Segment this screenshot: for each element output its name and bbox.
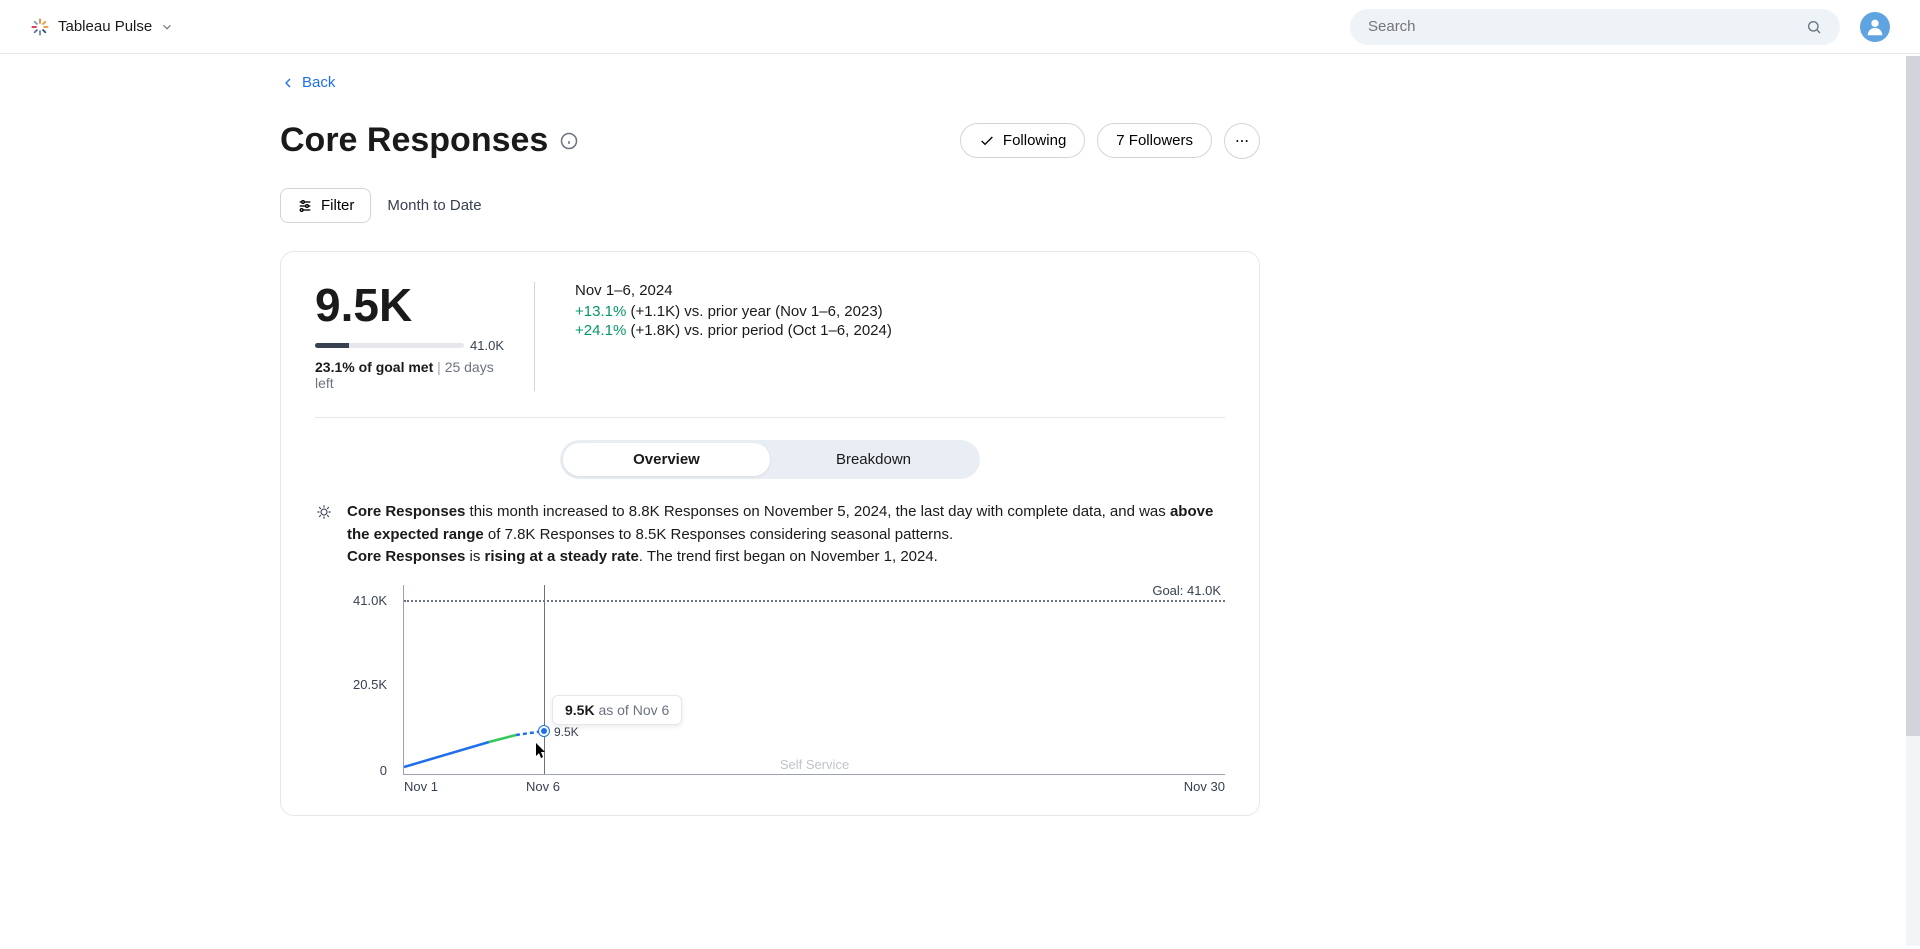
chart-tooltip: 9.5K as of Nov 6 — [552, 695, 682, 725]
x-tick: Nov 30 — [1184, 779, 1225, 794]
followers-button[interactable]: 7 Followers — [1097, 123, 1212, 158]
progress-row: 41.0K — [315, 338, 504, 353]
y-axis: 41.0K 20.5K 0 — [345, 585, 395, 785]
delta2-pct: +24.1% — [575, 322, 626, 339]
scrollbar-thumb[interactable] — [1906, 56, 1920, 736]
more-actions-button[interactable] — [1224, 123, 1260, 159]
brand-name[interactable]: Tableau Pulse — [58, 18, 152, 35]
period-label: Month to Date — [387, 197, 481, 214]
filter-icon — [297, 198, 313, 214]
y-tick: 41.0K — [345, 593, 387, 608]
plot-area[interactable]: Goal: 41.0K 9.5K 9.5K as of Nov 6 Nov 1 … — [403, 585, 1225, 775]
app-header: Tableau Pulse — [0, 0, 1920, 54]
title-left: Core Responses — [280, 121, 578, 160]
filter-row: Filter Month to Date — [280, 188, 1560, 223]
current-datapoint[interactable] — [539, 726, 549, 736]
content: Back Core Responses Following 7 Follower… — [0, 54, 1560, 816]
self-service-label: Self Service — [780, 757, 849, 772]
page-title: Core Responses — [280, 121, 548, 160]
tableau-pulse-logo — [30, 17, 50, 37]
x-tick: Nov 1 — [404, 779, 438, 794]
insight-row: Core Responses this month increased to 8… — [315, 501, 1225, 569]
tabs: Overview Breakdown — [560, 440, 980, 479]
y-tick: 20.5K — [345, 677, 387, 692]
delta-vs-prior-year: +13.1% (+1.1K) vs. prior year (Nov 1–6, … — [575, 303, 1225, 320]
goal-sep: | — [437, 359, 445, 375]
following-label: Following — [1003, 132, 1066, 149]
title-actions: Following 7 Followers — [960, 123, 1260, 159]
tab-overview[interactable]: Overview — [563, 443, 770, 476]
date-range: Nov 1–6, 2024 — [575, 282, 1225, 299]
filter-label: Filter — [321, 197, 354, 214]
tabs-wrap: Overview Breakdown — [315, 440, 1225, 479]
back-label: Back — [302, 74, 335, 91]
progress-fill — [315, 343, 349, 348]
tab-breakdown[interactable]: Breakdown — [770, 443, 977, 476]
metric-card: 9.5K 41.0K 23.1% of goal met | 25 days l… — [280, 251, 1260, 816]
delta2-rest: (+1.8K) vs. prior period (Oct 1–6, 2024) — [626, 322, 892, 339]
line-actual — [404, 585, 1225, 774]
search-icon[interactable] — [1806, 19, 1822, 35]
progress-bar — [315, 343, 464, 348]
info-icon[interactable] — [560, 132, 578, 150]
x-tick: Nov 6 — [526, 779, 560, 794]
header-left: Tableau Pulse — [30, 17, 174, 37]
search-box[interactable] — [1350, 9, 1840, 45]
cursor-icon — [536, 743, 548, 759]
filter-button[interactable]: Filter — [280, 188, 371, 223]
back-link[interactable]: Back — [280, 74, 335, 91]
insight-sentence-1: Core Responses this month increased to 8… — [347, 501, 1225, 546]
chart[interactable]: 41.0K 20.5K 0 Goal: 41.0K 9.5K 9.5K as o… — [345, 585, 1225, 785]
summary-left: 9.5K 41.0K 23.1% of goal met | 25 days l… — [315, 282, 535, 391]
scrollbar[interactable] — [1906, 56, 1920, 946]
chevron-down-icon[interactable] — [160, 20, 174, 34]
followers-label: 7 Followers — [1116, 132, 1193, 149]
ellipsis-icon — [1234, 133, 1250, 149]
y-tick: 0 — [345, 763, 387, 778]
following-button[interactable]: Following — [960, 123, 1085, 158]
title-row: Core Responses Following 7 Followers — [280, 121, 1260, 160]
avatar[interactable] — [1860, 12, 1890, 42]
delta1-rest: (+1.1K) vs. prior year (Nov 1–6, 2023) — [626, 303, 882, 320]
goal-text: 23.1% of goal met | 25 days left — [315, 359, 504, 391]
progress-total: 41.0K — [470, 338, 504, 353]
header-right — [1350, 9, 1890, 45]
point-label: 9.5K — [554, 725, 579, 739]
check-icon — [979, 133, 995, 149]
insight-sentence-2: Core Responses is rising at a steady rat… — [347, 546, 1225, 569]
delta1-pct: +13.1% — [575, 303, 626, 320]
delta-vs-prior-period: +24.1% (+1.8K) vs. prior period (Oct 1–6… — [575, 322, 1225, 339]
metric-value: 9.5K — [315, 282, 504, 328]
summary-right: Nov 1–6, 2024 +13.1% (+1.1K) vs. prior y… — [575, 282, 1225, 391]
search-input[interactable] — [1368, 18, 1806, 35]
insight-text: Core Responses this month increased to 8… — [347, 501, 1225, 569]
chevron-left-icon — [280, 75, 296, 91]
insight-icon — [315, 501, 333, 569]
summary-section: 9.5K 41.0K 23.1% of goal met | 25 days l… — [315, 282, 1225, 418]
goal-met: 23.1% of goal met — [315, 359, 433, 375]
